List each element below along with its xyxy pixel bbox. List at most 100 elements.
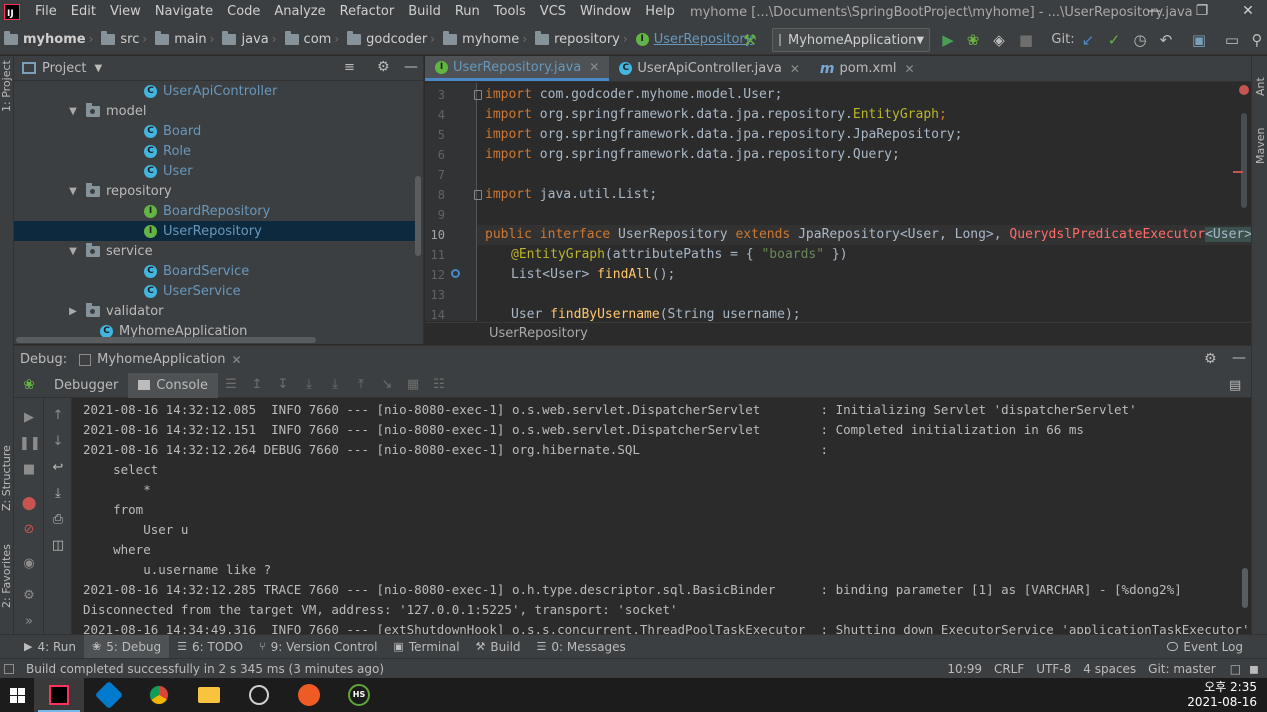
- menu-item-vcs[interactable]: VCS: [533, 0, 573, 24]
- mute-breakpoints-icon[interactable]: ⊘: [19, 520, 39, 540]
- fold-marker-icon[interactable]: [474, 190, 482, 200]
- collapse-all-icon[interactable]: ≡: [344, 60, 355, 75]
- menu-item-help[interactable]: Help: [638, 0, 682, 24]
- chevron-down-icon[interactable]: ▼: [94, 63, 102, 74]
- rollback-icon[interactable]: ↶: [1156, 30, 1176, 50]
- gear-icon[interactable]: ⚙: [19, 586, 39, 606]
- evaluate-icon[interactable]: ▦: [406, 378, 420, 392]
- editor-tab[interactable]: C UserApiController.java ✕: [609, 56, 810, 81]
- editor-tab[interactable]: I UserRepository.java ✕: [425, 56, 610, 81]
- taskbar-hs-app-icon[interactable]: HS: [334, 678, 384, 712]
- force-step-into-icon[interactable]: ⤓: [328, 378, 342, 392]
- code-editor[interactable]: 3 4 5 6 7 8 9 10 11 12 13 14 import com.godcoder.my…: [425, 83, 1251, 321]
- camera-icon[interactable]: ◉: [19, 554, 39, 574]
- breadcrumb-item-src[interactable]: src ›: [97, 24, 151, 55]
- chevron-down-icon[interactable]: ▼: [68, 186, 78, 197]
- favorites-tool-button[interactable]: 2: Favorites: [0, 544, 13, 608]
- step-out-icon[interactable]: ⤒: [354, 378, 368, 392]
- git-update-icon[interactable]: ↙: [1078, 30, 1098, 50]
- terminal-tool-button[interactable]: ▣ Terminal: [385, 635, 467, 659]
- scroll-down-icon[interactable]: ↓: [48, 432, 68, 452]
- error-stripe-mark[interactable]: [1233, 171, 1243, 173]
- tree-item[interactable]: C Board: [14, 121, 416, 141]
- presentation-icon[interactable]: ▭: [1222, 30, 1242, 50]
- line-separator[interactable]: CRLF: [988, 662, 1030, 676]
- history-icon[interactable]: ◷: [1130, 30, 1150, 50]
- close-icon[interactable]: ✕: [905, 62, 915, 76]
- tree-item[interactable]: C UserService: [14, 281, 416, 301]
- menu-item-view[interactable]: View: [103, 0, 148, 24]
- pause-icon[interactable]: ❚❚: [19, 434, 41, 454]
- editor-tab[interactable]: m pom.xml ✕: [810, 56, 925, 81]
- debug-bug-icon[interactable]: ❀: [963, 30, 983, 50]
- more-icon[interactable]: »: [19, 612, 39, 632]
- taskbar-intellij-icon[interactable]: [34, 678, 84, 712]
- git-branch[interactable]: Git: master: [1142, 662, 1222, 676]
- windows-start-button[interactable]: [0, 678, 34, 712]
- step-into-icon[interactable]: ⤓: [302, 378, 316, 392]
- close-icon[interactable]: ✕: [790, 62, 800, 76]
- indent-setting[interactable]: 4 spaces: [1077, 662, 1142, 676]
- taskbar-postman-icon[interactable]: [284, 678, 334, 712]
- menu-item-file[interactable]: File: [28, 0, 64, 24]
- tree-item[interactable]: ▼ repository: [14, 181, 416, 201]
- menu-item-code[interactable]: Code: [220, 0, 267, 24]
- taskbar-chrome-icon[interactable]: [134, 678, 184, 712]
- override-method-icon[interactable]: [451, 269, 460, 278]
- gear-icon[interactable]: ⚙: [1204, 351, 1217, 367]
- close-icon[interactable]: ✕: [232, 353, 242, 367]
- project-structure-icon[interactable]: ▣: [1189, 30, 1209, 50]
- breadcrumb-item-myhome[interactable]: myhome ›: [439, 24, 531, 55]
- tab-console[interactable]: Console: [128, 372, 218, 398]
- tree-item[interactable]: I UserRepository: [14, 221, 416, 241]
- file-encoding[interactable]: UTF-8: [1030, 662, 1077, 676]
- editor-vertical-scrollbar[interactable]: [1241, 113, 1247, 208]
- project-tool-button[interactable]: 1: Project: [0, 60, 13, 112]
- trace-icon[interactable]: ☷: [432, 378, 446, 392]
- menu-item-navigate[interactable]: Navigate: [148, 0, 220, 24]
- git-commit-icon[interactable]: ✓: [1104, 30, 1124, 50]
- coverage-icon[interactable]: ◈: [989, 30, 1009, 50]
- tree-item[interactable]: C UserApiController: [14, 81, 416, 101]
- build-hammer-icon[interactable]: ⚒: [740, 30, 760, 50]
- scroll-to-end-icon[interactable]: ⤓: [48, 484, 68, 504]
- layout-icon[interactable]: ▤: [1229, 378, 1241, 393]
- chevron-down-icon[interactable]: ▼: [68, 246, 78, 257]
- run-icon[interactable]: ▶: [938, 30, 958, 50]
- status-window-icon[interactable]: [4, 663, 14, 674]
- tab-debugger[interactable]: Debugger: [44, 373, 128, 398]
- trash-icon[interactable]: ◫: [48, 536, 68, 556]
- debug-bug-icon[interactable]: ❀: [14, 377, 44, 393]
- chevron-right-icon[interactable]: ▶: [68, 306, 78, 317]
- menu-item-edit[interactable]: Edit: [64, 0, 103, 24]
- tree-item[interactable]: I BoardRepository: [14, 201, 416, 221]
- search-icon[interactable]: ⚲: [1247, 30, 1267, 50]
- menu-item-analyze[interactable]: Analyze: [267, 0, 332, 24]
- breadcrumb-item-myhome[interactable]: myhome ›: [0, 24, 97, 55]
- tree-item[interactable]: ▼ service: [14, 241, 416, 261]
- version-control-tool-button[interactable]: ⑂ 9: Version Control: [251, 635, 385, 659]
- event-log-button[interactable]: Event Log: [1159, 635, 1251, 659]
- run-tool-button[interactable]: ▶ 4: Run: [16, 635, 84, 659]
- minimize-button[interactable]: —: [1131, 0, 1177, 24]
- taskbar-github-icon[interactable]: [234, 678, 284, 712]
- view-breakpoints-icon[interactable]: ⬤: [19, 494, 39, 514]
- run-config-select[interactable]: MyhomeApplication ▼: [772, 28, 930, 52]
- project-view-select[interactable]: Project: [42, 61, 86, 76]
- menu-item-window[interactable]: Window: [573, 0, 638, 24]
- tree-item[interactable]: ▼ model: [14, 101, 416, 121]
- ant-tool-button[interactable]: Ant: [1254, 77, 1267, 96]
- soft-wrap-icon[interactable]: ↩: [48, 458, 68, 478]
- debug-tool-button[interactable]: ❀ 5: Debug: [83, 634, 170, 659]
- taskbar-vscode-icon[interactable]: [84, 678, 134, 712]
- build-tool-button[interactable]: ⚒ Build: [468, 635, 529, 659]
- console-output[interactable]: 2021-08-16 14:32:12.085 INFO 7660 --- [n…: [72, 398, 1251, 634]
- caret-position[interactable]: 10:99: [941, 662, 988, 676]
- close-window-button[interactable]: ✕: [1225, 0, 1267, 24]
- stop-icon[interactable]: ■: [1016, 30, 1036, 50]
- todo-tool-button[interactable]: ☰ 6: TODO: [169, 635, 251, 659]
- status-message[interactable]: Build completed successfully in 2 s 345 …: [20, 662, 390, 676]
- editor-breadcrumb[interactable]: UserRepository: [425, 322, 1251, 344]
- maven-tool-button[interactable]: Maven: [1254, 128, 1267, 164]
- scroll-up-icon[interactable]: ↑: [48, 406, 68, 426]
